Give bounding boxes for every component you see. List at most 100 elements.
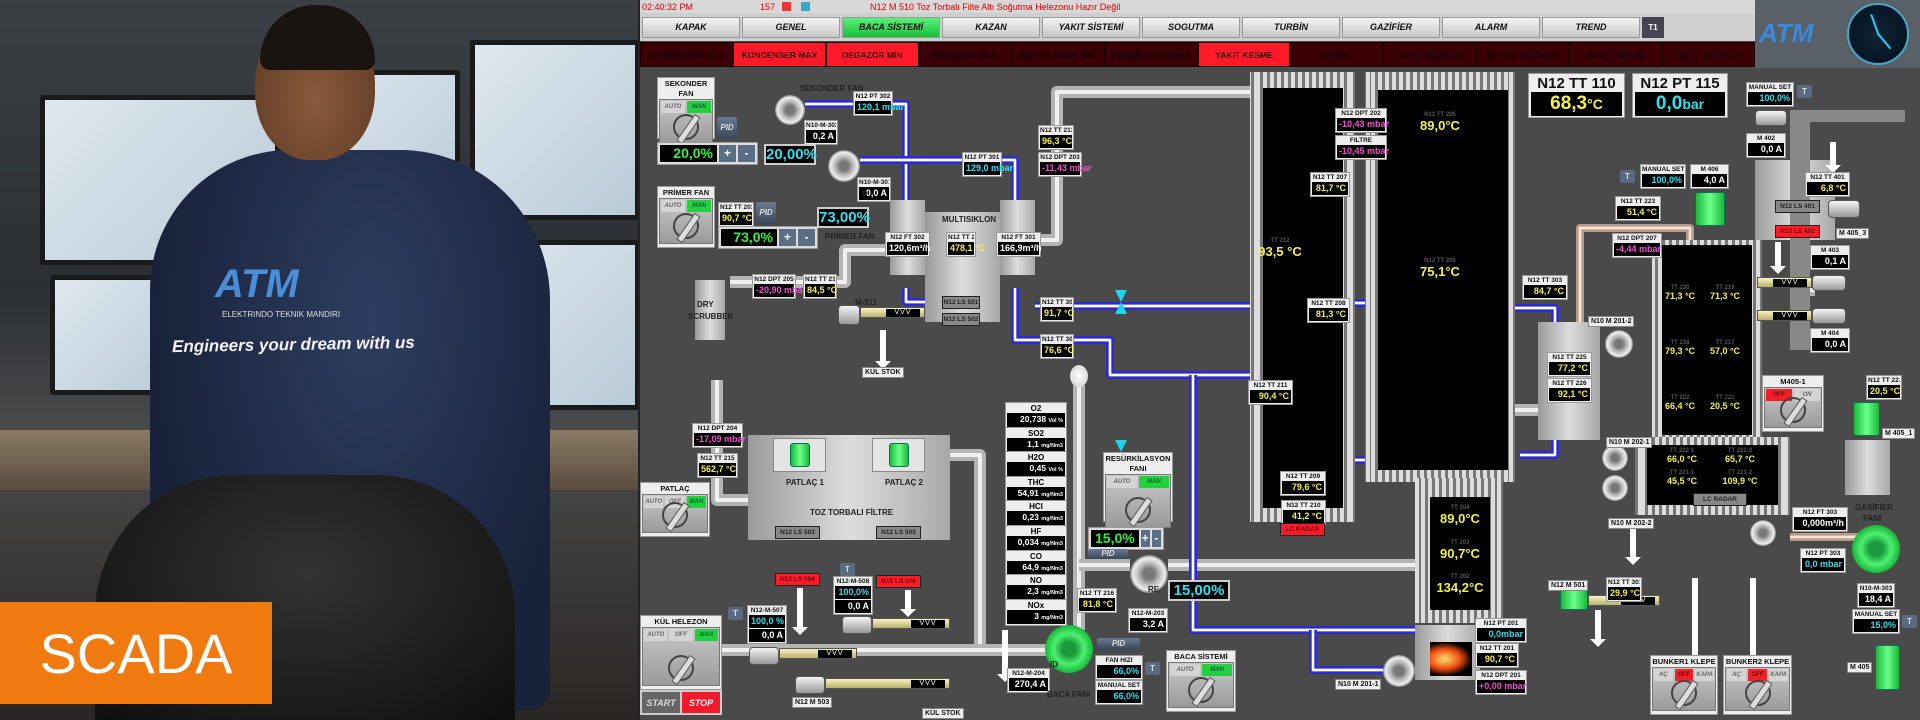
- menu-7[interactable]: GAZİFİER: [1342, 16, 1440, 38]
- alarm-indicator[interactable]: YAKIT SICAKLIK: [1662, 42, 1756, 67]
- alarm-indicator[interactable]: DEGAZOR MIN: [825, 42, 919, 67]
- trend-button[interactable]: T: [1620, 170, 1635, 183]
- alarm-indicator[interactable]: BUHAR SICAKLIK: [1476, 42, 1570, 67]
- emission-unit: mg/Nm3: [1041, 590, 1063, 597]
- selector-option-auto[interactable]: AUTO: [644, 496, 664, 508]
- menu-0[interactable]: KAPAK: [642, 16, 740, 38]
- mode-selector[interactable]: RESÜRKİLASYON FANI AUTO MAN: [1103, 452, 1173, 528]
- selector-option-man[interactable]: MAN: [1139, 476, 1169, 488]
- decrease-button[interactable]: -: [1151, 530, 1161, 547]
- rotary-knob-icon[interactable]: [662, 502, 688, 528]
- trend-button[interactable]: T: [1902, 615, 1917, 628]
- menu-4[interactable]: YAKIT SİSTEMİ: [1042, 16, 1140, 38]
- instrument-tag: N12 DPT 201: [1481, 672, 1521, 679]
- diagram-label: BACA FANI: [1047, 690, 1091, 699]
- alarm-ack-icon[interactable]: [782, 2, 791, 11]
- selector-option-off[interactable]: OFF: [669, 629, 693, 641]
- mode-selector[interactable]: SEKONDER FAN AUTO MAN: [657, 77, 715, 145]
- pid-button[interactable]: PID: [756, 202, 776, 224]
- emission-name: CO: [1030, 551, 1042, 561]
- checkbox-icon[interactable]: [801, 2, 810, 11]
- selector-option-kapa[interactable]: KAPA: [1769, 669, 1788, 681]
- mode-selector[interactable]: M405-1 OFF ON: [1762, 375, 1824, 432]
- mode-selector[interactable]: BUNKER2 KLEPE AÇ OFF KAPA: [1723, 655, 1792, 715]
- column-reading: TT 212 93,5 °C: [1250, 238, 1310, 259]
- rotary-knob-icon[interactable]: [1125, 497, 1151, 523]
- selector-option-man[interactable]: MAN: [686, 496, 706, 508]
- selector-option-man[interactable]: MAN: [687, 101, 711, 113]
- mode-selector[interactable]: PRİMER FAN AUTO MAN: [657, 186, 715, 248]
- selector-option-auto[interactable]: AUTO: [661, 101, 685, 113]
- trend-button[interactable]: T: [1145, 662, 1160, 675]
- alarm-indicator[interactable]: BASINÇ: [1290, 42, 1384, 67]
- mode-selector[interactable]: PATLAÇ AUTO OFF MAN: [640, 482, 710, 537]
- decrease-button[interactable]: -: [798, 229, 815, 246]
- selector-option-auto[interactable]: AUTO: [644, 629, 668, 641]
- alarm-indicator[interactable]: KONDENSER MIN: [640, 42, 733, 67]
- selector-option-auto[interactable]: AUTO: [1107, 476, 1137, 488]
- alarm-indicator[interactable]: OCAK SICAKLIK: [1383, 42, 1477, 67]
- instrument-readout: N12 TT 216 81,8 °C: [1077, 588, 1117, 613]
- trend-button[interactable]: T: [1797, 85, 1812, 98]
- menu-5[interactable]: SOGUTMA: [1142, 16, 1240, 38]
- decrease-button[interactable]: -: [738, 145, 755, 162]
- rotary-knob-icon[interactable]: [668, 655, 694, 681]
- stop-button[interactable]: STOP: [682, 692, 720, 713]
- selector-option-auto[interactable]: AUTO: [661, 200, 685, 212]
- menu-6[interactable]: TURBİN: [1242, 16, 1340, 38]
- motor-icon: [749, 647, 779, 665]
- mode-selector[interactable]: BUNKER1 KLEPE AÇ OFF KAPA: [1650, 655, 1718, 715]
- mode-selector[interactable]: KÜL HELEZON AUTO OFF MAN: [640, 615, 722, 690]
- selector-option-auto[interactable]: AUTO: [1170, 664, 1200, 676]
- alarm-indicator[interactable]: BUHAR DRAM MAX: [1104, 42, 1198, 67]
- increase-button[interactable]: +: [779, 229, 796, 246]
- menu-3[interactable]: KAZAN: [942, 16, 1040, 38]
- setpoint-value[interactable]: 15,0%: [1091, 530, 1139, 547]
- alarm-indicator[interactable]: KONDENSER MAX: [732, 42, 826, 67]
- rotary-knob-icon[interactable]: [1671, 680, 1697, 706]
- pipe-highlight: [1311, 630, 1385, 672]
- atm-logo: ATM: [1759, 18, 1814, 48]
- setpoint-value[interactable]: 73,0%: [721, 229, 777, 246]
- instrument-readout: N12 TT 213 96,3 °C: [1038, 125, 1074, 150]
- menu-2[interactable]: BACA SİSTEMİ: [842, 16, 940, 38]
- emission-name: O2: [1030, 404, 1042, 413]
- menu-9[interactable]: TREND: [1542, 16, 1640, 38]
- rotary-knob-icon[interactable]: [1744, 680, 1771, 706]
- selector-option-man[interactable]: MAN: [687, 200, 711, 212]
- pid-button[interactable]: PID: [717, 117, 737, 139]
- trend-button[interactable]: T: [840, 563, 855, 576]
- selector-body: AUTO OFF MAN: [642, 494, 708, 533]
- pid-button[interactable]: PID: [1097, 638, 1140, 650]
- instrument-tag: N12 TT 214: [948, 234, 974, 241]
- selector-option-aç[interactable]: AÇ: [1727, 669, 1746, 681]
- selector-option-man[interactable]: MAN: [694, 629, 718, 641]
- rotary-knob-icon[interactable]: [673, 213, 699, 239]
- mode-selector[interactable]: BACA SİSTEMİ AUTO MAN: [1166, 650, 1236, 712]
- start-button[interactable]: START: [642, 692, 680, 713]
- menu-1[interactable]: GENEL: [742, 16, 840, 38]
- equipment-tag: M 405: [1847, 662, 1873, 673]
- emission-value-row: 0,45 Vol %: [1007, 462, 1065, 477]
- increase-button[interactable]: +: [1140, 530, 1150, 547]
- alarm-indicator[interactable]: BUHAR DRAM MIN: [1011, 42, 1105, 67]
- selector-option-man[interactable]: MAN: [1202, 664, 1232, 676]
- instrument-value: 120,1 mbar: [855, 101, 905, 114]
- rotary-knob-icon[interactable]: [673, 114, 699, 140]
- setpoint-value[interactable]: 20,0%: [660, 145, 717, 162]
- instrument-readout: N12 TT 401 6,8 °C: [1805, 172, 1850, 197]
- increase-button[interactable]: +: [719, 145, 736, 162]
- valve-icon[interactable]: [1115, 290, 1127, 314]
- selector-option-aç[interactable]: AÇ: [1654, 669, 1673, 681]
- pid-button[interactable]: PID: [1088, 549, 1128, 559]
- menu-8[interactable]: ALARM: [1442, 16, 1540, 38]
- selector-body: OFF ON: [1764, 387, 1822, 428]
- menu-t1-button[interactable]: T1: [1642, 16, 1664, 38]
- selector-option-kapa[interactable]: KAPA: [1695, 669, 1715, 681]
- alarm-indicator[interactable]: DEGAZOR MAX: [918, 42, 1012, 67]
- rotary-knob-icon[interactable]: [1188, 677, 1214, 703]
- rotary-knob-icon[interactable]: [1780, 397, 1806, 423]
- alarm-indicator[interactable]: BACA VAKUM: [1569, 42, 1663, 67]
- alarm-indicator[interactable]: YAKIT KESME: [1197, 42, 1291, 67]
- trend-button[interactable]: T: [728, 607, 743, 620]
